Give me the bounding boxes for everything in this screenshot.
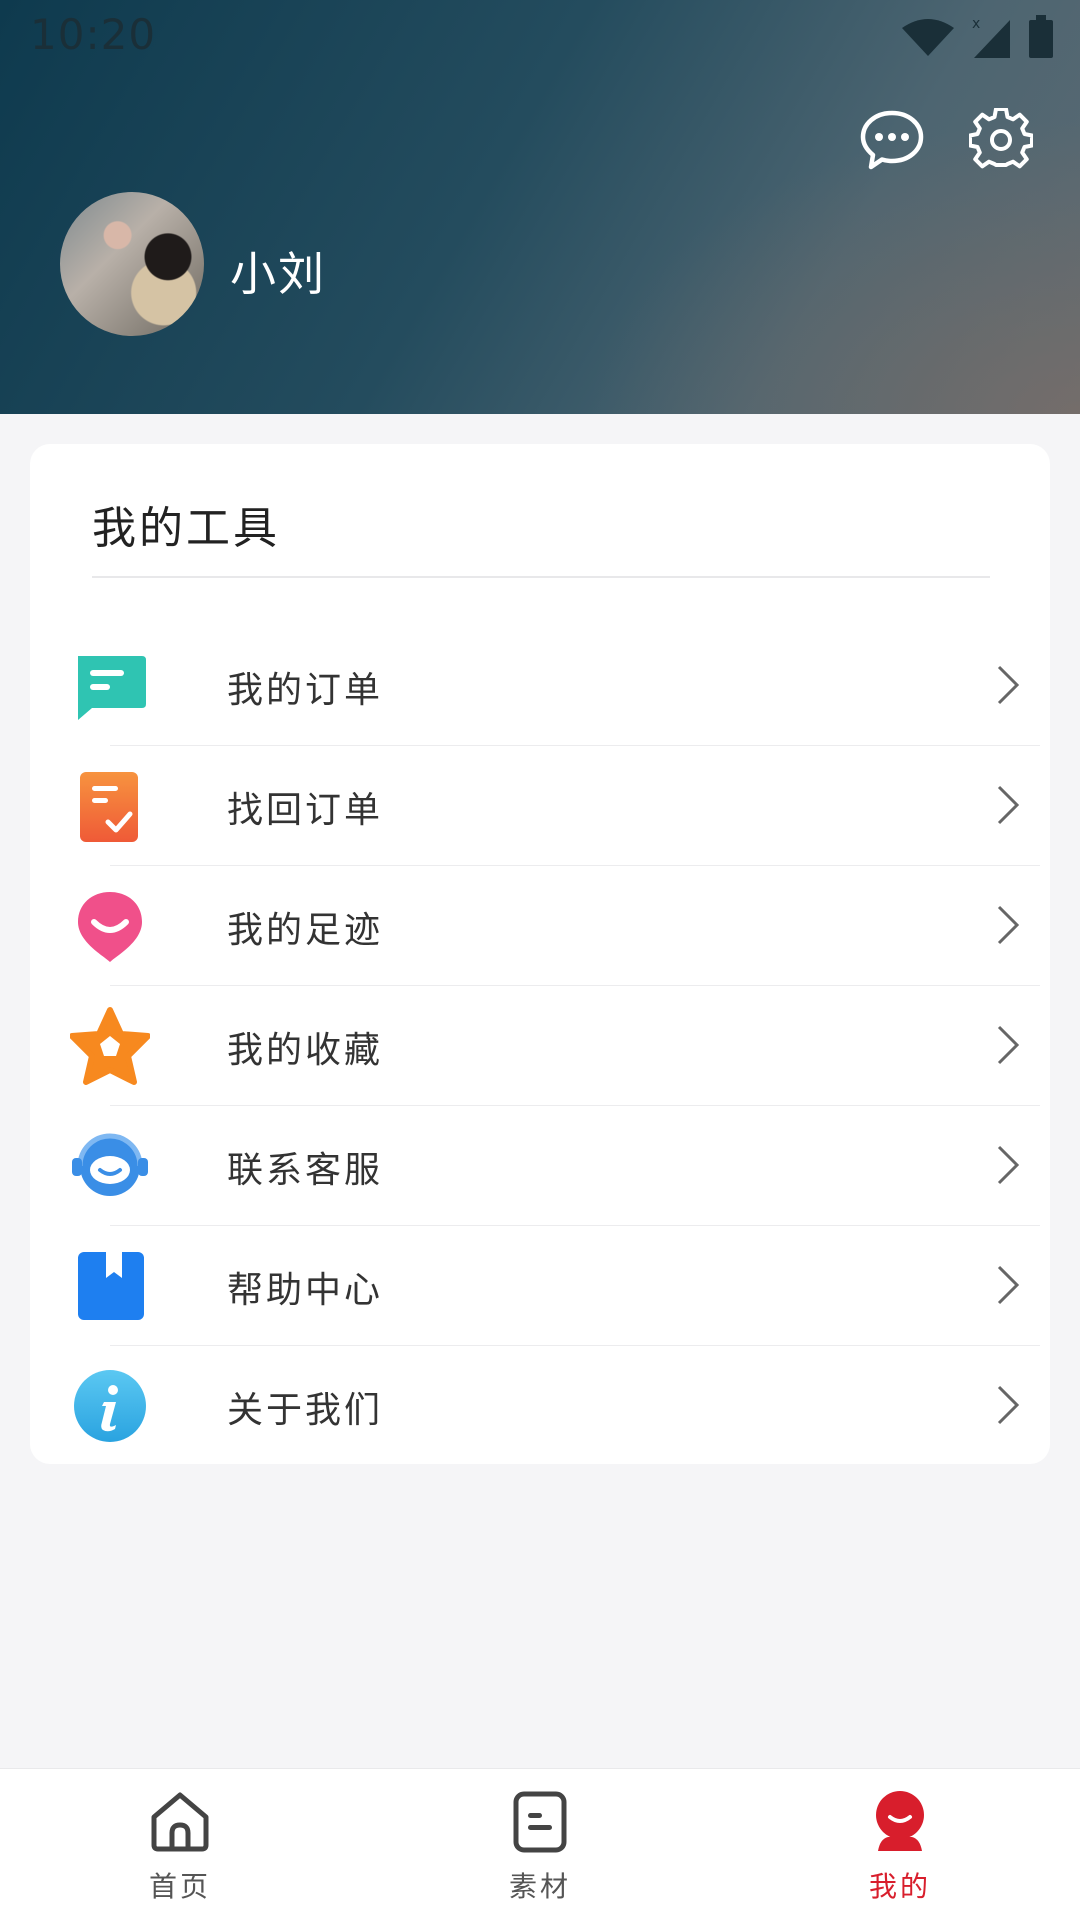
settings-gear-icon [969,108,1033,169]
star-icon [70,1007,150,1085]
customer-service-headset-icon [72,1133,148,1196]
tools-title: 我的工具 [92,503,280,554]
menu-label: 关于我们 [227,1390,384,1431]
status-time: 10:20 [30,10,157,59]
tab-label: 首页 [148,1870,211,1903]
menu-item-customer-service[interactable]: 联系客服 [70,1106,1040,1226]
signal-icon: x [972,16,1010,58]
tab-home[interactable]: 首页 [0,1769,360,1921]
profile-header: 10:20 x 小刘 [0,0,1080,414]
menu-item-favorites[interactable]: 我的收藏 [70,986,1040,1106]
tab-label: 素材 [508,1870,571,1903]
tab-mine[interactable]: 我的 [720,1769,1080,1921]
menu-item-about-us[interactable]: 关于我们 [70,1346,1040,1466]
tools-card: 我的工具 我的订单 找回订单 我的足迹 我的收藏 联系客服 帮助中心 关于我们 [30,444,1050,1464]
bottom-tab-bar: 首页 素材 我的 [0,1768,1080,1921]
avatar[interactable] [60,192,204,336]
menu-label: 找回订单 [227,790,384,831]
order-chat-icon [78,656,146,720]
info-icon [74,1370,146,1442]
profile-icon [876,1791,924,1851]
clipboard-check-icon [80,772,138,842]
menu-label: 联系客服 [227,1150,384,1191]
menu-label: 我的订单 [227,670,384,711]
chevron-right-icon [997,1265,1020,1305]
document-icon [513,1791,567,1853]
menu-label: 我的足迹 [227,910,384,951]
divider [92,576,990,578]
chevron-right-icon [997,1025,1020,1065]
footprint-pin-icon [78,892,142,962]
tab-materials[interactable]: 素材 [360,1769,720,1921]
settings-button[interactable] [965,104,1037,176]
battery-icon [1029,15,1053,58]
svg-text:x: x [972,16,980,32]
menu-item-help-center[interactable]: 帮助中心 [70,1226,1040,1346]
message-icon [860,110,924,170]
chevron-right-icon [997,1145,1020,1185]
chevron-right-icon [997,905,1020,945]
message-button[interactable] [856,104,928,176]
chevron-right-icon [997,665,1020,705]
help-bookmark-icon [78,1252,144,1320]
wifi-icon [902,19,954,56]
chevron-right-icon [997,1385,1020,1425]
username[interactable]: 小刘 [230,238,326,304]
menu-item-retrieve-orders[interactable]: 找回订单 [70,746,1040,866]
menu-label: 我的收藏 [227,1030,384,1071]
home-icon [151,1792,209,1852]
menu-item-my-orders[interactable]: 我的订单 [70,626,1040,746]
tab-label: 我的 [868,1870,931,1903]
menu-label: 帮助中心 [227,1270,384,1311]
status-icons: x [900,14,1054,60]
menu-item-footprints[interactable]: 我的足迹 [70,866,1040,986]
chevron-right-icon [997,785,1020,825]
